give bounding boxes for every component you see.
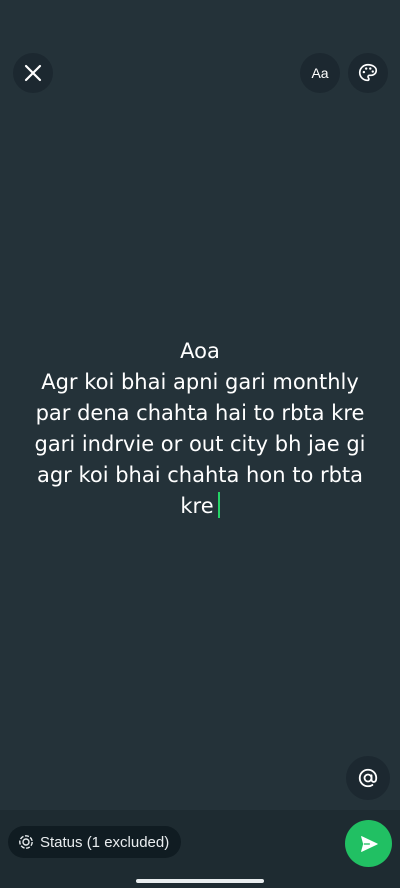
- close-button[interactable]: [13, 53, 53, 93]
- mention-button[interactable]: [346, 756, 390, 800]
- bottom-bar: Status (1 excluded): [0, 810, 400, 888]
- at-sign-icon: [358, 768, 378, 788]
- status-audience-label: Status (1 excluded): [40, 833, 170, 851]
- font-style-button[interactable]: Aa: [300, 53, 340, 93]
- status-text-line: par dena chahta hai to rbta kre: [35, 401, 365, 425]
- status-text-line: agr koi bhai chahta hon to rbta: [36, 463, 364, 487]
- status-text-line: Aoa: [180, 339, 220, 363]
- status-text-line: gari indrvie or out city bh jae gi: [34, 432, 366, 456]
- status-text-input[interactable]: Aoa Agr koi bhai apni gari monthly par d…: [0, 336, 400, 522]
- status-text-last-line: kre: [0, 491, 400, 522]
- send-icon: [360, 835, 378, 852]
- status-text-line: Agr koi bhai apni gari monthly: [41, 370, 359, 394]
- status-audience-chip[interactable]: Status (1 excluded): [8, 826, 182, 858]
- palette-icon: [358, 63, 378, 82]
- text-cursor: [217, 492, 220, 518]
- background-color-button[interactable]: [348, 53, 388, 93]
- close-icon: [24, 64, 42, 82]
- send-button[interactable]: [345, 820, 392, 867]
- home-indicator[interactable]: [136, 879, 264, 883]
- font-style-label: Aa: [311, 65, 329, 81]
- status-text-line: kre: [180, 494, 214, 518]
- status-icon: [19, 835, 33, 849]
